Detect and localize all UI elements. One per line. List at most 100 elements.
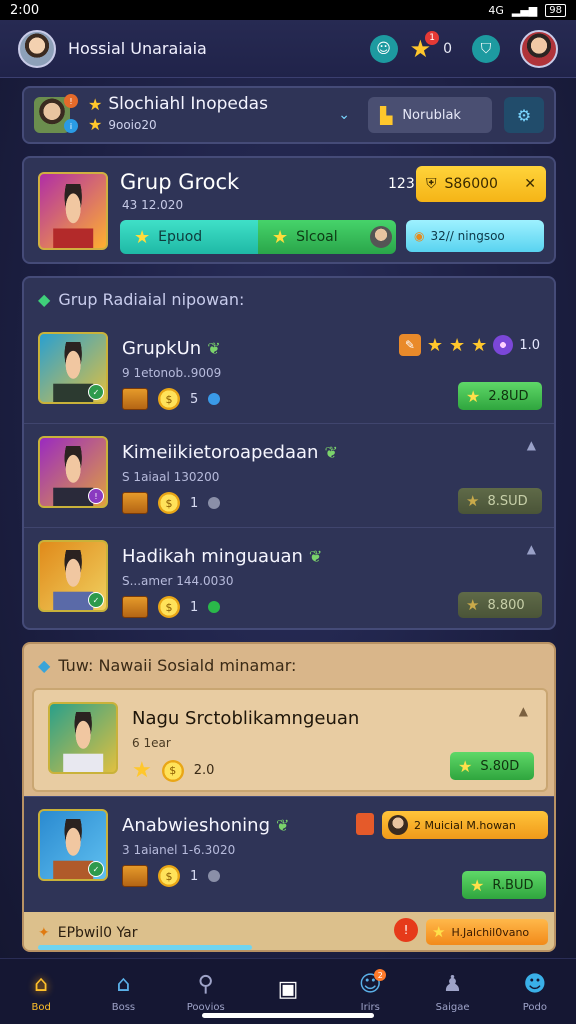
emoji-button[interactable]: ☺ [369, 34, 398, 63]
nav-item-saigae[interactable]: ♟ Saigae [411, 959, 493, 1024]
settings-button[interactable]: ⚙ [504, 97, 544, 133]
nav-label: Saigae [435, 1002, 470, 1013]
nav-label: Boss [111, 1002, 136, 1013]
row-avatar: ✓ [38, 332, 108, 404]
home-icon: ⌂ [34, 971, 49, 997]
list-item[interactable]: ! Kimeiikietoroapedaan ❦ S 1aiaal 130200 … [24, 424, 554, 528]
row-title: Nagu Srctoblikamngeuan [132, 708, 360, 729]
section-title: Grup Radiaial nipowan: [58, 290, 245, 309]
star-badge: 1 [425, 30, 440, 45]
row-title: Anabwieshoning ❦ [122, 815, 289, 836]
row-resources: $ 1 [122, 596, 221, 618]
chevron-up-icon[interactable]: ▲ [519, 704, 528, 718]
row-resources: $ 1 [122, 492, 221, 514]
coin-icon: $ [158, 388, 180, 410]
home-indicator [202, 1013, 374, 1018]
coin-icon: $ [158, 492, 180, 514]
row-rating: ✎ ★ ★ ★ 1.0 [398, 334, 540, 356]
grey-dot-icon [208, 870, 221, 882]
profile-stars: ★ ★ [88, 95, 102, 135]
refresh-button[interactable]: ⛉ [472, 34, 500, 63]
star-icon: ★ [466, 492, 480, 510]
face-portrait [53, 446, 93, 506]
join-button[interactable]: ★ 2.8UD [458, 382, 542, 410]
face-portrait [53, 550, 93, 610]
chevron-up-icon[interactable]: ▲ [527, 542, 536, 556]
edit-icon[interactable]: ✎ [398, 334, 421, 356]
featured-title: Tuw: Nawaii Sosiald minamar: [58, 656, 297, 675]
coin-icon: $ [158, 596, 180, 618]
coin-icon: $ [161, 759, 184, 782]
friend-avatar[interactable] [520, 29, 558, 68]
diamond-icon: ◆ [38, 290, 51, 309]
nav-label: Irirs [360, 1002, 380, 1013]
chevron-down-icon[interactable]: ⌄ [338, 107, 350, 123]
chest-icon [122, 492, 148, 514]
star-icon[interactable]: ★ 1 [410, 30, 440, 63]
face-portrait [53, 184, 93, 248]
star-icon: ★ [134, 226, 151, 248]
gold-pill-button[interactable]: ⛨ S86000 ✕ [416, 166, 546, 202]
status-badge: ✓ [88, 861, 104, 877]
info-badge: i [64, 119, 78, 133]
face-portrait [53, 342, 93, 402]
profile-action-button[interactable]: ▙ Norublak [368, 97, 492, 133]
nav-item-boss[interactable]: ⌂ Boss [82, 959, 164, 1024]
close-icon[interactable]: ✕ [524, 176, 536, 192]
group-avatar[interactable] [38, 172, 108, 250]
bottom-nav: ⌂ Bod ⌂ Boss ⚲ Poovios ▣ ☺ 2 Irirs ♟ Saigae ☻ P… [0, 958, 576, 1024]
chest-icon [122, 865, 148, 887]
join-button[interactable]: ★ R.BUD [462, 871, 546, 899]
house-icon: ⌂ [116, 971, 131, 997]
join-button[interactable]: ★ S.80D [450, 752, 534, 780]
row-resources: $ 5 [122, 388, 221, 410]
music-pill-button[interactable]: 2 Muicial M.howan [356, 811, 548, 839]
row-count: 1 [190, 495, 199, 511]
chevron-up-icon[interactable]: ▲ [527, 438, 536, 452]
face-portrait [63, 712, 103, 772]
trophy-icon: ▙ [380, 105, 393, 125]
join-button[interactable]: ★ 8.800 [458, 592, 542, 618]
star-icon: ★ [449, 334, 466, 356]
nav-item-bod[interactable]: ⌂ Bod [0, 959, 82, 1024]
join-button[interactable]: ★ 8.SUD [458, 488, 542, 514]
list-item[interactable]: ✓ Anabwieshoning ❦ 3 1aianel 1-6.3020 $ 1… [24, 796, 554, 912]
grey-dot-icon [208, 497, 221, 509]
row-title: GrupkUn ❦ [122, 338, 221, 359]
list-item[interactable]: ✓ GrupkUn ❦ 9 1etonob..9009 $ 5 ✎ ★ ★ ★ 1… [24, 320, 554, 424]
profile-icon: ☻ [523, 971, 547, 997]
featured-item[interactable]: Nagu Srctoblikamngeuan 6 1ear ★ $ 2.0 ▲ … [32, 688, 548, 792]
tab-label: Slcoal [296, 229, 338, 245]
members-pill[interactable]: ◉ 32// ningsoo [406, 220, 544, 252]
join-label: 8.SUD [487, 493, 528, 509]
leaf-icon: ❦ [324, 443, 338, 462]
row-title-text: Kimeiikietoroapedaan [122, 442, 319, 463]
reward-pill-button[interactable]: ★ H.Jalchil0vano [426, 919, 548, 945]
flag-icon [356, 813, 374, 835]
featured-card: ◆ Tuw: Nawaii Sosiald minamar: Nagu Srcto… [22, 642, 556, 952]
group-card: Grup Grock 43 12.020 123 ⛨ S86000 ✕ ★ Epu… [22, 156, 556, 264]
list-item[interactable]: ✓ Hadikah minguauan ❦ S...amer 144.0030 $… [24, 528, 554, 632]
user-avatar[interactable] [18, 29, 56, 68]
profile-sub: 9ooio20 [108, 118, 157, 132]
featured-heading: ◆ Tuw: Nawaii Sosiald minamar: [38, 656, 296, 675]
profile-name: Slochiahl Inopedas [108, 94, 268, 114]
battery-icon: 98 [545, 3, 566, 17]
leaf-icon: ❦ [207, 339, 221, 358]
signal-icon: ▂▄▆ [511, 3, 538, 17]
row-avatar: ✓ [38, 540, 108, 612]
row-sub: 3 1aianel 1-6.3020 [122, 843, 236, 857]
tab-epuod[interactable]: ★ Epuod [120, 220, 258, 254]
nav-item-podo[interactable]: ☻ Podo [494, 959, 576, 1024]
star-icon: ★ [458, 756, 473, 776]
coin-icon: ◉ [414, 229, 425, 243]
alert-icon[interactable]: ! [394, 918, 418, 942]
group-number: 123 [388, 176, 415, 192]
group-tabs: ★ Epuod ★ Slcoal [120, 220, 396, 254]
featured-footer: ✦ EPbwil0 Yar ! ★ H.Jalchil0vano [24, 912, 554, 950]
progress-bar [38, 945, 252, 950]
sparkle-icon: ✦ [38, 925, 50, 941]
smile-icon: ☺ [376, 40, 391, 57]
people-icon: ♟ [442, 971, 463, 997]
profile-avatar[interactable]: ! i [34, 94, 78, 133]
